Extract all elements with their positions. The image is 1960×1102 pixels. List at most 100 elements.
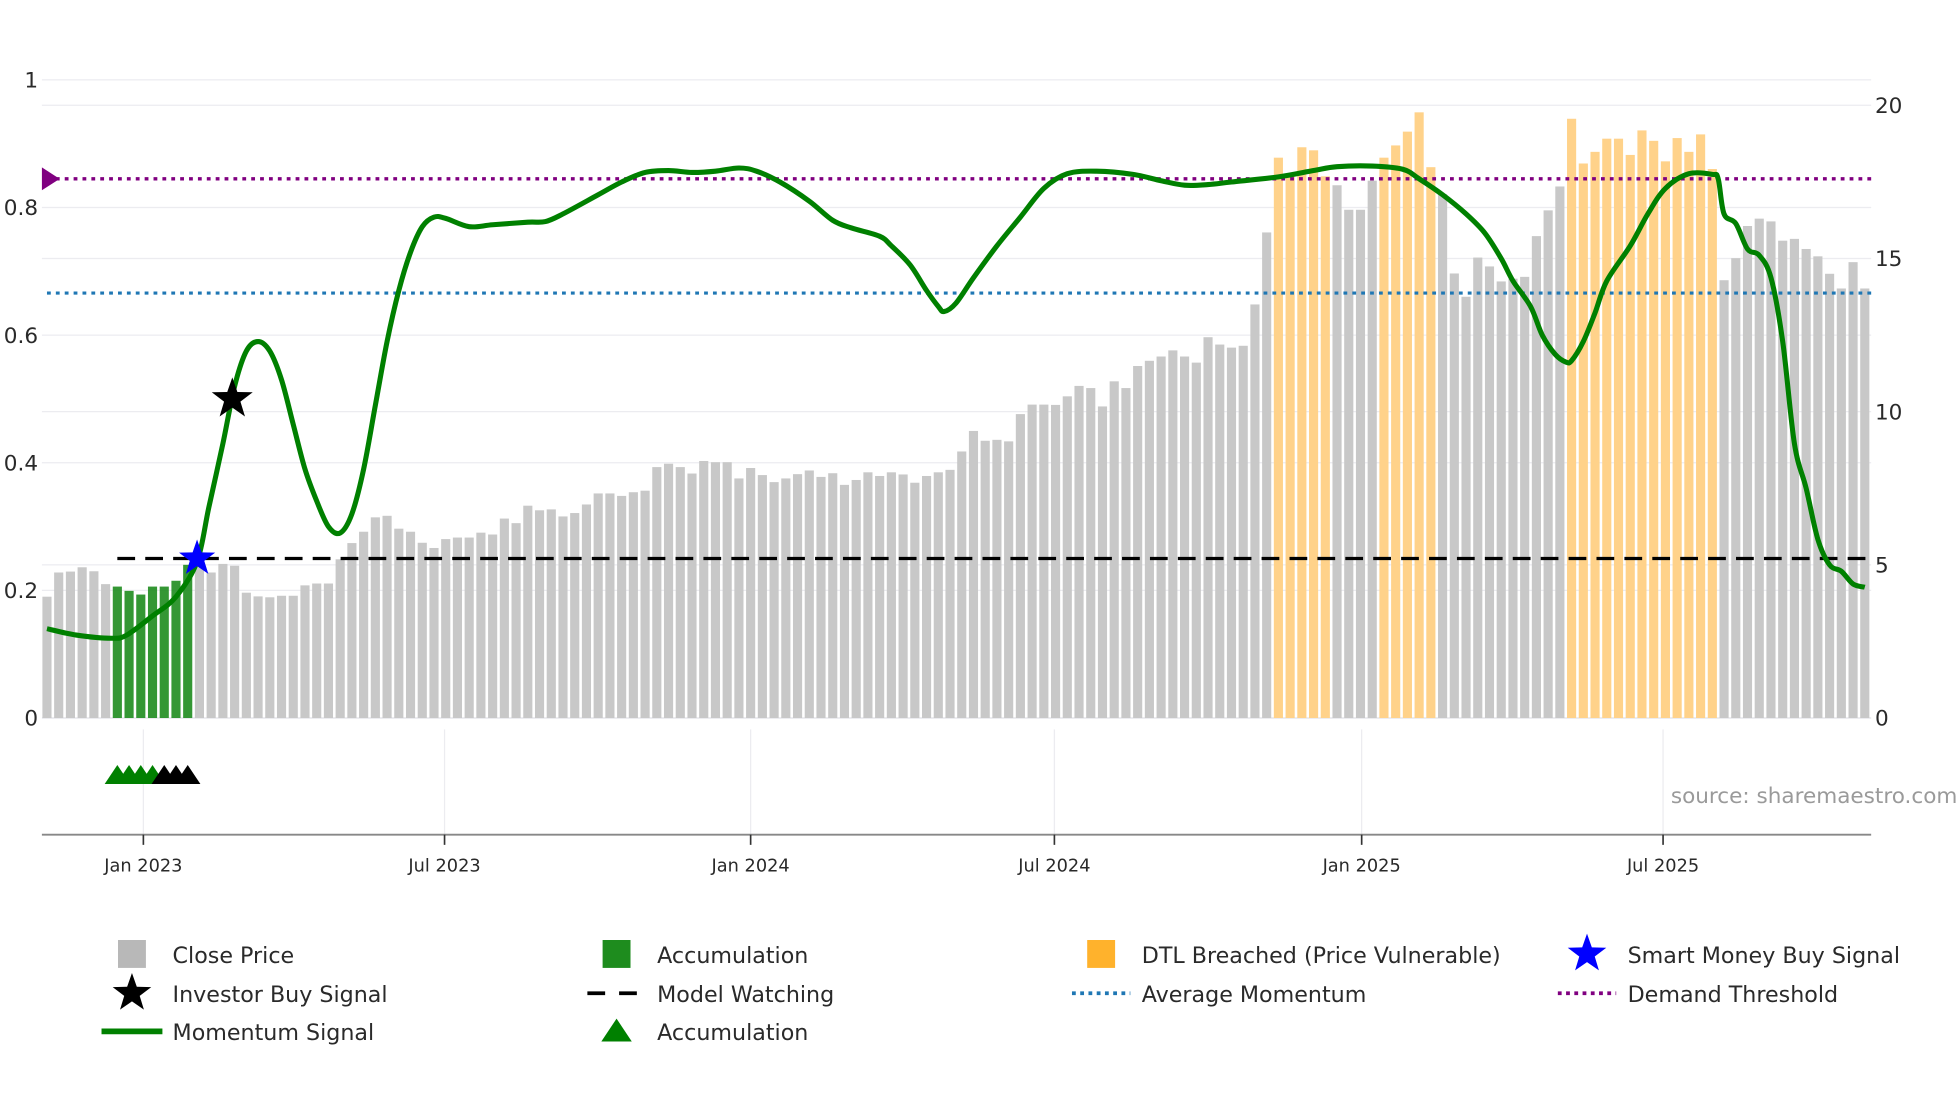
left-axis-tick-label: 0.8: [4, 196, 38, 221]
accumulation-bar: [112, 586, 122, 719]
price-bar: [300, 585, 310, 719]
price-bar: [1133, 366, 1143, 719]
price-bar: [370, 517, 380, 719]
price-bar: [206, 572, 216, 719]
price-bar: [757, 475, 767, 719]
legend-label: DTL Breached (Price Vulnerable): [1142, 943, 1501, 969]
legend-label: Average Momentum: [1142, 982, 1367, 1008]
price-bar: [1168, 350, 1178, 719]
legend-item: DTL Breached (Price Vulnerable): [1087, 940, 1501, 969]
dtl-breached-bar: [1285, 173, 1295, 719]
price-bars: [42, 112, 1870, 719]
dtl-breached-bar: [1602, 138, 1612, 719]
price-bar: [1074, 385, 1084, 719]
price-bar: [1344, 209, 1354, 719]
price-bar: [1484, 266, 1495, 719]
demand-threshold-marker: [41, 167, 60, 191]
source-annotation: source: sharemaestro.com: [1671, 784, 1958, 809]
price-bar: [1015, 414, 1025, 719]
investor-buy-signal-star: [211, 377, 253, 417]
price-bar: [523, 505, 533, 719]
right-axis-tick-label: 0: [1875, 707, 1889, 732]
price-bar: [323, 583, 334, 719]
price-bar: [1473, 257, 1483, 719]
price-bar: [488, 534, 498, 719]
legend-label: Demand Threshold: [1628, 982, 1839, 1008]
price-bar: [1121, 388, 1131, 719]
price-bar: [546, 509, 556, 719]
price-bar: [945, 469, 955, 719]
price-bar: [1004, 441, 1014, 719]
legend-item: Investor Buy Signal: [112, 972, 388, 1010]
legend-label: Smart Money Buy Signal: [1628, 943, 1900, 969]
price-bar: [617, 495, 627, 719]
price-bar: [1156, 356, 1166, 719]
dtl-breached-bar: [1426, 167, 1436, 719]
legend-item: Close Price: [118, 940, 294, 969]
price-bar: [863, 472, 873, 719]
price-bar: [464, 537, 474, 719]
price-bar: [382, 515, 392, 719]
legend: Close Price Accumulation DTL Breached (Pri…: [101, 933, 1900, 1046]
dtl-breached-bar: [1684, 151, 1694, 719]
price-bar: [312, 583, 322, 719]
dtl-breached-bar: [1379, 157, 1389, 719]
price-bar: [605, 493, 615, 719]
price-bar: [1461, 296, 1471, 719]
x-axis-tick-label: Jul 2025: [1626, 857, 1699, 877]
price-bar: [1555, 186, 1565, 719]
legend-label: Model Watching: [657, 982, 834, 1008]
legend-label: Investor Buy Signal: [173, 982, 388, 1008]
dtl-breached-bar: [1273, 157, 1283, 719]
price-bar: [769, 482, 779, 719]
price-bar: [1203, 337, 1213, 719]
price-bar: [804, 470, 814, 719]
price-bar: [1051, 404, 1061, 719]
price-bar: [276, 595, 287, 719]
price-bar: [1191, 362, 1201, 719]
price-bar: [663, 463, 674, 719]
price-bar: [558, 516, 568, 719]
price-bar: [1508, 278, 1518, 719]
price-bar: [1180, 356, 1190, 719]
price-bar: [1262, 232, 1272, 719]
price-bar: [921, 475, 932, 719]
left-axis-tick-label: 0.4: [4, 451, 38, 476]
price-bar: [628, 492, 638, 719]
price-bar: [1355, 209, 1366, 719]
dtl-breached-bar: [1309, 150, 1319, 719]
dtl-breached-bar: [1578, 163, 1588, 719]
right-axis-tick-label: 10: [1875, 400, 1902, 425]
left-axis-tick-label: 0: [24, 707, 38, 732]
legend-label: Close Price: [173, 943, 295, 969]
price-bar: [1789, 238, 1799, 719]
price-bar: [476, 532, 486, 719]
accumulation-bar: [147, 586, 158, 719]
price-bar: [816, 476, 826, 719]
price-bar: [980, 440, 990, 719]
price-bar: [441, 539, 451, 719]
price-bar: [54, 572, 64, 719]
price-bar: [241, 592, 251, 719]
price-bar: [593, 493, 603, 719]
price-bar: [89, 571, 99, 719]
price-bar: [910, 482, 920, 719]
price-bar: [1039, 404, 1049, 719]
price-bar: [1332, 185, 1342, 719]
dtl-breached-bar: [1567, 118, 1577, 719]
legend-star-icon: [112, 972, 152, 1010]
price-bar: [1825, 273, 1835, 719]
price-bar: [42, 596, 52, 719]
dtl-breached-bar: [1649, 140, 1659, 719]
price-bar: [699, 460, 709, 719]
dtl-breached-bar: [1696, 134, 1706, 719]
x-axis-tick-label: Jan 2025: [1322, 857, 1401, 877]
price-bar: [1226, 347, 1237, 719]
legend-star-icon: [1567, 933, 1607, 971]
x-axis-tick-label: Jan 2023: [103, 857, 182, 877]
right-axis-tick-label: 5: [1875, 553, 1889, 578]
price-bar: [359, 531, 369, 719]
price-bar: [722, 462, 732, 719]
legend-item: Demand Threshold: [1557, 982, 1839, 1008]
dtl-breached-bar: [1297, 147, 1307, 719]
